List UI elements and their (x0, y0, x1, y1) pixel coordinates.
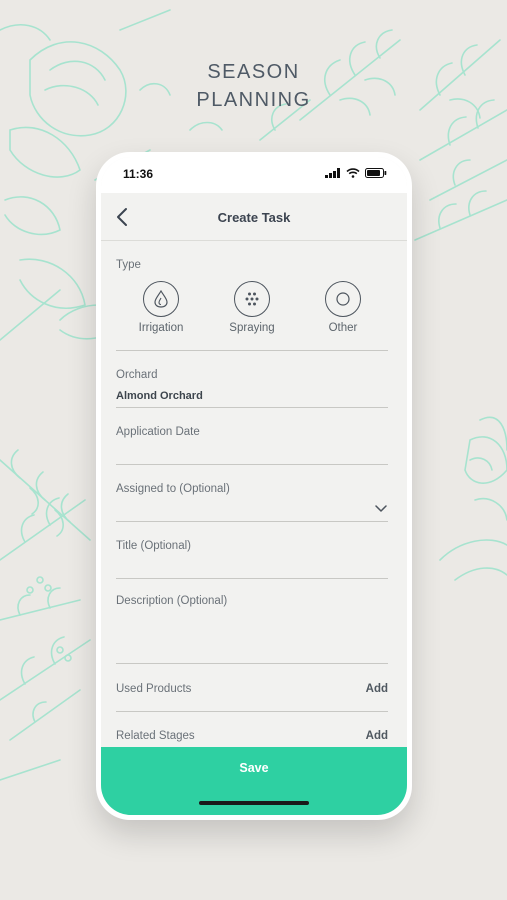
water-drop-icon (143, 281, 179, 317)
type-option-other[interactable]: Other (303, 281, 383, 334)
used-products-label: Used Products (116, 683, 192, 695)
related-stages-label: Related Stages (116, 730, 195, 742)
battery-icon (365, 168, 387, 178)
phone-screen: 11:36 Create Task Type Irrigation Sprayi… (101, 157, 407, 815)
chevron-down-icon[interactable] (374, 503, 388, 513)
page-title: Create Task (217, 210, 291, 225)
type-option-label: Spraying (229, 322, 275, 334)
divider (116, 663, 388, 664)
cellular-signal-icon (325, 168, 340, 178)
divider (116, 407, 388, 408)
orchard-field[interactable]: Almond Orchard (116, 390, 203, 402)
divider (116, 521, 388, 522)
phone-frame: 11:36 Create Task Type Irrigation Sprayi… (96, 152, 412, 820)
wifi-icon (346, 168, 360, 178)
task-type-selector: Irrigation Spraying Other (116, 281, 388, 341)
status-bar: 11:36 (101, 157, 407, 193)
application-date-label: Application Date (116, 426, 200, 438)
divider (116, 711, 388, 712)
add-used-products-button[interactable]: Add (366, 683, 388, 695)
divider (116, 578, 388, 579)
status-time: 11:36 (123, 167, 154, 181)
headline: SEASON PLANNING (0, 58, 507, 114)
status-icons (325, 168, 387, 178)
description-label: Description (Optional) (116, 595, 228, 607)
save-bar[interactable]: Save (101, 747, 407, 815)
type-option-label: Irrigation (138, 322, 184, 334)
circle-icon (325, 281, 361, 317)
headline-line-1: SEASON (207, 61, 300, 83)
spray-dots-icon (234, 281, 270, 317)
assigned-to-label: Assigned to (Optional) (116, 483, 230, 495)
type-option-label: Other (328, 322, 358, 334)
type-label: Type (116, 259, 141, 271)
divider (116, 464, 388, 465)
save-button[interactable]: Save (101, 761, 407, 775)
type-option-spraying[interactable]: Spraying (212, 281, 292, 334)
orchard-label: Orchard (116, 369, 158, 381)
headline-line-2: PLANNING (196, 89, 311, 111)
title-label: Title (Optional) (116, 540, 191, 552)
type-option-irrigation[interactable]: Irrigation (121, 281, 201, 334)
divider (116, 350, 388, 351)
nav-bar: Create Task (101, 193, 407, 241)
phone-notch (169, 157, 339, 183)
add-related-stages-button[interactable]: Add (366, 730, 388, 742)
home-indicator (199, 801, 309, 805)
